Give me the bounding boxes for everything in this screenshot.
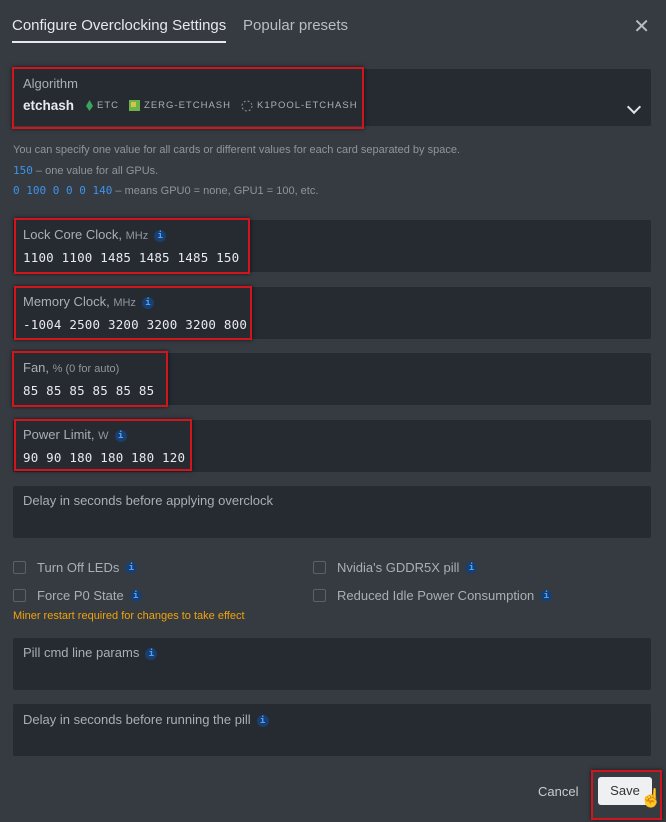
checkbox[interactable] <box>13 561 26 574</box>
dialog-header: Configure Overclocking Settings Popular … <box>0 0 666 48</box>
algorithm-label: Algorithm <box>23 76 78 91</box>
core-clock-label: Lock Core Clock, MHz i <box>23 227 167 242</box>
coin-name: ZERG-ETCHASH <box>144 100 231 111</box>
checkbox-label: Force P0 State <box>37 588 124 603</box>
checkbox-label: Nvidia's GDDR5X pill <box>337 560 460 575</box>
help-desc: – one value for all GPUs. <box>32 165 159 177</box>
help-desc: – means GPU0 = none, GPU1 = 100, etc. <box>112 185 319 197</box>
unit: W <box>98 430 109 442</box>
checkbox-reduced-idle-power[interactable]: Reduced Idle Power Consumption i <box>313 588 553 603</box>
label-text: Delay in seconds before running the pill <box>23 712 251 727</box>
tab-popular-presets[interactable]: Popular presets <box>243 17 348 34</box>
k1pool-icon <box>241 100 253 111</box>
chevron-down-icon[interactable] <box>626 99 642 115</box>
restart-warning: Miner restart required for changes to ta… <box>13 610 245 622</box>
power-limit-label: Power Limit, Wi <box>23 427 127 442</box>
algorithm-value: etchash ETC ZERG-ETCHASH K1POOL-ETCHASH <box>23 98 362 113</box>
checkbox-label: Reduced Idle Power Consumption <box>337 588 535 603</box>
unit: MHz <box>125 230 149 242</box>
info-icon[interactable]: i <box>125 561 138 574</box>
delay-overclock-input[interactable]: Delay in seconds before applying overclo… <box>13 486 651 538</box>
label-text: Pill cmd line params <box>23 645 140 660</box>
info-icon[interactable]: i <box>145 647 158 660</box>
pill-params-input[interactable]: Pill cmd line params i <box>13 638 651 690</box>
memory-clock-input[interactable]: Memory Clock, MHz i -1004 2500 3200 3200 … <box>13 287 651 339</box>
info-icon[interactable]: i <box>114 429 127 442</box>
checkbox-turn-off-leds[interactable]: Turn Off LEDs i <box>13 560 138 575</box>
checkbox[interactable] <box>313 589 326 602</box>
pill-params-label: Pill cmd line params i <box>23 645 158 660</box>
memory-clock-label: Memory Clock, MHz i <box>23 294 154 309</box>
info-icon[interactable]: i <box>154 229 167 242</box>
close-icon[interactable]: ✕ <box>633 14 650 39</box>
info-icon[interactable]: i <box>540 589 553 602</box>
coin-k1pool: K1POOL-ETCHASH <box>241 100 358 112</box>
checkbox-label: Turn Off LEDs <box>37 560 120 575</box>
info-icon[interactable]: i <box>129 589 142 602</box>
info-icon[interactable]: i <box>256 714 269 727</box>
coin-name: K1POOL-ETCHASH <box>256 100 358 111</box>
help-example-multi: 0 100 0 0 0 140 – means GPU0 = none, GPU… <box>13 184 318 197</box>
label-text: Memory Clock, <box>23 294 110 309</box>
etc-icon <box>86 100 94 111</box>
zerg-icon <box>129 100 141 111</box>
checkbox[interactable] <box>313 561 326 574</box>
info-icon[interactable]: i <box>141 296 154 309</box>
pill-delay-input[interactable]: Delay in seconds before running the pill… <box>13 704 651 756</box>
core-clock-input[interactable]: Lock Core Clock, MHz i 1100 1100 1485 148… <box>13 220 651 272</box>
fan-value: 85 85 85 85 85 85 <box>23 383 155 398</box>
delay-overclock-label: Delay in seconds before applying overclo… <box>23 493 274 508</box>
label-text: Lock Core Clock, <box>23 227 122 242</box>
checkbox-force-p0-state[interactable]: Force P0 State i <box>13 588 142 603</box>
coin-zerg: ZERG-ETCHASH <box>129 100 231 111</box>
checkbox-gddr5x-pill[interactable]: Nvidia's GDDR5X pill i <box>313 560 478 575</box>
pill-delay-label: Delay in seconds before running the pill… <box>23 712 269 727</box>
algorithm-name: etchash <box>23 98 75 113</box>
algorithm-select[interactable]: Algorithm etchash ETC ZERG-ETCHASH K1POO… <box>13 69 651 126</box>
coin-name: ETC <box>97 100 120 111</box>
power-limit-input[interactable]: Power Limit, Wi 90 90 180 180 180 120 <box>13 420 651 472</box>
label-text: Power Limit, <box>23 427 95 442</box>
cancel-button[interactable]: Cancel <box>538 784 578 799</box>
help-code: 0 100 0 0 0 140 <box>13 184 113 197</box>
help-text: You can specify one value for all cards … <box>13 144 460 156</box>
help-code: 150 <box>13 164 33 177</box>
unit: MHz <box>113 297 136 309</box>
tab-configure-overclocking[interactable]: Configure Overclocking Settings <box>12 17 227 43</box>
checkbox[interactable] <box>13 589 26 602</box>
coin-etc: ETC <box>86 100 119 111</box>
label-text: Fan, <box>23 360 50 375</box>
unit: % (0 for auto) <box>52 363 120 375</box>
help-example-single: 150 – one value for all GPUs. <box>13 164 158 177</box>
core-clock-value: 1100 1100 1485 1485 1485 150 <box>23 250 240 265</box>
info-icon[interactable]: i <box>465 561 478 574</box>
fan-label: Fan, % (0 for auto) <box>23 360 119 375</box>
power-limit-value: 90 90 180 180 180 120 <box>23 450 186 465</box>
memory-clock-value: -1004 2500 3200 3200 3200 800 <box>23 317 248 332</box>
hand-cursor-icon: ☝ <box>640 788 663 808</box>
fan-input[interactable]: Fan, % (0 for auto) 85 85 85 85 85 85 <box>13 353 651 405</box>
